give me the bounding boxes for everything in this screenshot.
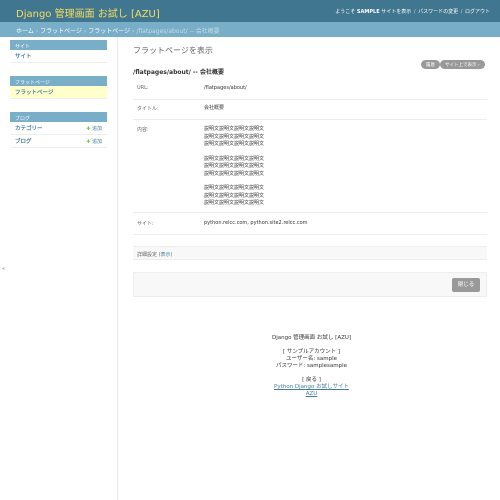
module-caption[interactable]: フラットページ: [10, 76, 107, 86]
sidebar-item-flatpages[interactable]: フラットページ: [10, 86, 107, 99]
content-paragraph: 説明文説明文説明文説明文 説明文説明文説明文説明文 説明文説明文説明文説明文: [204, 156, 264, 179]
plus-icon: ✚: [86, 138, 91, 145]
welcome-text: ようこそ: [335, 9, 356, 15]
field-url: URL: /flatpages/about/: [133, 80, 487, 100]
close-button[interactable]: 閉じる: [452, 278, 480, 292]
field-value: 会社概要: [204, 105, 225, 111]
advanced-fieldset: 詳細設定 (表示): [133, 246, 487, 260]
module-sites: サイト サイト: [10, 40, 107, 63]
field-label: URL:: [137, 85, 149, 91]
content-line: 説明文説明文説明文説明文: [204, 192, 265, 199]
field-content: 内容: 説明文説明文説明文説明文 説明文説明文説明文説明文 説明文説明文説明文説…: [133, 120, 487, 213]
back-link-azu[interactable]: AZU: [306, 391, 318, 397]
back-label: [ 戻る ]: [302, 377, 321, 383]
separator: /: [460, 9, 463, 15]
content-paragraph: 説明文説明文説明文説明文 説明文説明文説明文説明文 説明文説明文説明文説明文: [204, 185, 264, 208]
content-line: 説明文説明文説明文説明文: [204, 155, 265, 162]
sidebar-item-label[interactable]: ブログ: [15, 137, 32, 145]
user-tools: ようこそ SAMPLE サイトを表示 / パスワードの変更 / ログアウト: [335, 8, 490, 15]
sidebar-item-category[interactable]: カテゴリー ✚ 追加: [10, 122, 107, 135]
field-sites: サイト: python.relcc.com, python.site2.relc…: [133, 213, 487, 235]
site-name-link[interactable]: Django 管理画面 お試し [AZU]: [16, 5, 160, 20]
module-caption[interactable]: サイト: [10, 40, 107, 50]
field-label: 内容:: [137, 127, 149, 133]
page-title: フラットページを表示: [133, 46, 213, 55]
content-line: 説明文説明文説明文説明文: [204, 200, 265, 206]
module-blog: ブログ カテゴリー ✚ 追加 ブログ ✚ 追加: [10, 112, 107, 148]
footer-title: Django 管理画面 お試し [AZU]: [271, 335, 352, 341]
breadcrumb-separator: ›: [35, 28, 39, 35]
history-button[interactable]: 履歴: [421, 60, 440, 69]
view-site-link[interactable]: サイトを表示: [381, 9, 411, 15]
field-label: サイト:: [137, 221, 154, 227]
sidebar-item-sites[interactable]: サイト: [10, 50, 107, 63]
view-on-site-button[interactable]: サイト上で表示 ›: [440, 60, 485, 69]
object-title: /flatpages/about/ -- 会社概要: [133, 69, 224, 76]
breadcrumb-home[interactable]: ホーム: [16, 28, 34, 35]
content-line: 説明文説明文説明文説明文: [204, 126, 265, 132]
advanced-toggle-link[interactable]: (表示): [159, 252, 173, 258]
field-value: python.relcc.com, python.site2.relcc.com: [204, 220, 308, 226]
field-value: 説明文説明文説明文説明文 説明文説明文説明文説明文 説明文説明文説明文説明文 説…: [204, 126, 264, 215]
sample-username: ユーザー名: sample: [286, 356, 337, 362]
back-link-site[interactable]: Python Django お試しサイト: [274, 384, 349, 390]
footer: Django 管理画面 お試し [AZU] [ サンプルアカウント ] ユーザー…: [133, 335, 490, 398]
separator: /: [413, 9, 416, 15]
breadcrumb-separator: ›: [83, 28, 87, 35]
field-label: タイトル:: [137, 106, 159, 112]
module-flatpages: フラットページ フラットページ: [10, 76, 107, 99]
breadcrumb-separator: ›: [132, 28, 135, 35]
add-link[interactable]: ✚ 追加: [86, 138, 102, 145]
field-value: /flatpages/about/: [204, 85, 247, 91]
field-title: タイトル: 会社概要: [133, 100, 487, 120]
add-link[interactable]: ✚ 追加: [86, 125, 102, 132]
breadcrumb-current: /flatpages/about/ -- 会社概要: [136, 28, 220, 35]
header-bar: Django 管理画面 お試し [AZU] ようこそ SAMPLE サイトを表示…: [0, 0, 500, 22]
content-line: 説明文説明文説明文説明文: [204, 133, 265, 140]
module-caption[interactable]: ブログ: [10, 112, 107, 122]
submit-row: 閉じる: [133, 272, 487, 297]
breadcrumb: ホーム › フラットページ › フラットページ › /flatpages/abo…: [0, 22, 500, 37]
content-paragraph: 説明文説明文説明文説明文 説明文説明文説明文説明文 説明文説明文説明文説明文: [204, 126, 264, 149]
change-password-link[interactable]: パスワードの変更: [418, 9, 458, 15]
content-line: 説明文説明文説明文説明文: [204, 163, 265, 169]
sample-account-heading: [ サンプルアカウント ]: [282, 349, 341, 355]
breadcrumb-app[interactable]: フラットページ: [40, 28, 82, 35]
sidebar-item-label[interactable]: サイト: [15, 52, 32, 60]
nav-sidebar: サイト サイト フラットページ フラットページ ブログ カテゴリー ✚ 追加 ブ…: [0, 37, 118, 500]
logout-link[interactable]: ログアウト: [465, 9, 490, 15]
content-line: 説明文説明文説明文説明文: [204, 185, 265, 191]
username: SAMPLE: [356, 9, 380, 15]
toggle-nav-sidebar-button[interactable]: «: [2, 266, 5, 272]
advanced-label: 詳細設定: [137, 252, 158, 258]
sidebar-item-label[interactable]: カテゴリー: [15, 124, 43, 132]
sidebar-item-blog[interactable]: ブログ ✚ 追加: [10, 135, 107, 148]
breadcrumb-model[interactable]: フラットページ: [88, 28, 130, 35]
content-line: 説明文説明文説明文説明文: [204, 170, 265, 177]
plus-icon: ✚: [86, 125, 91, 132]
sidebar-item-label[interactable]: フラットページ: [15, 88, 53, 96]
content-line: 説明文説明文説明文説明文: [204, 141, 265, 147]
sample-password: パスワード: samplesample: [275, 363, 348, 369]
